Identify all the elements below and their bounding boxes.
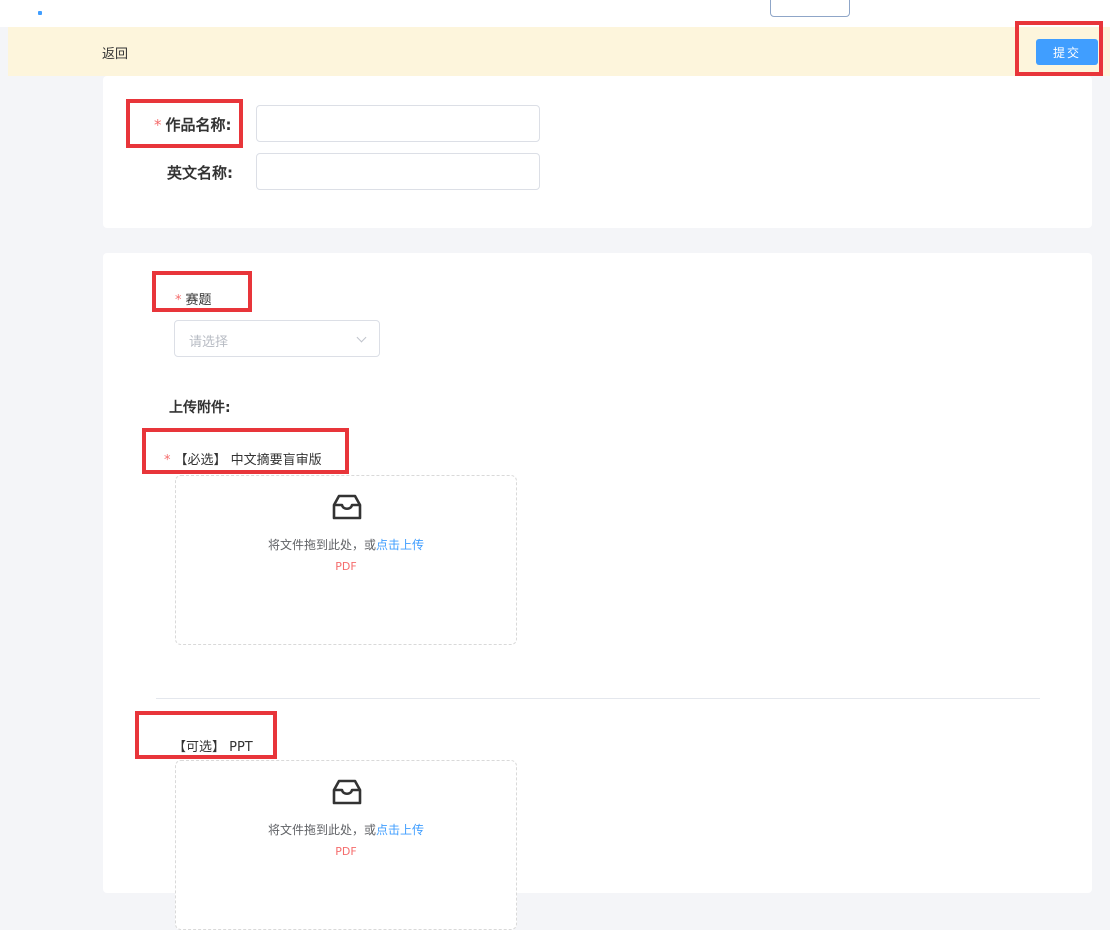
attachment-label-required: * 【必选】 中文摘要盲审版 (164, 453, 322, 468)
required-asterisk: * (164, 453, 171, 468)
select-placeholder: 请选择 (189, 335, 229, 350)
topic-select[interactable]: 请选择 (174, 320, 380, 357)
upload-dropzone-abstract[interactable]: 将文件拖到此处，或点击上传 PDF (175, 475, 517, 645)
topic-label: * 赛题 (175, 293, 212, 308)
nav-indicator-dot (38, 11, 42, 15)
english-name-input[interactable] (256, 153, 540, 190)
basic-info-card: * 作品名称: 英文名称: (103, 76, 1092, 228)
inbox-icon (332, 779, 362, 805)
work-name-input[interactable] (256, 105, 540, 142)
inbox-icon (332, 494, 362, 520)
file-format-hint: PDF (335, 845, 357, 858)
action-header-bar: 返回 提交 (8, 27, 1110, 76)
file-format-hint: PDF (335, 560, 357, 573)
required-asterisk: * (175, 293, 182, 308)
upload-section-title: 上传附件: (169, 400, 231, 416)
click-upload-link[interactable]: 点击上传 (376, 538, 424, 552)
submit-button[interactable]: 提交 (1036, 39, 1098, 65)
upload-dropzone-ppt[interactable]: 将文件拖到此处，或点击上传 PDF (175, 760, 517, 930)
dropzone-hint: 将文件拖到此处，或点击上传 (267, 538, 425, 552)
top-nav-strip (0, 0, 1110, 27)
section-divider (156, 698, 1040, 699)
dropzone-hint: 将文件拖到此处，或点击上传 (267, 823, 425, 837)
attachment-label-optional: 【可选】 PPT (173, 740, 253, 755)
required-asterisk: * (154, 116, 162, 134)
english-name-label: 英文名称: (167, 164, 233, 182)
top-nav-tab[interactable] (770, 0, 850, 17)
work-name-label: * 作品名称: (154, 116, 232, 134)
click-upload-link[interactable]: 点击上传 (376, 823, 424, 837)
chevron-down-icon (356, 332, 367, 343)
topic-attachment-card: * 赛题 请选择 上传附件: * 【必选】 中文摘要盲审版 将文件拖到此处，或点击上… (103, 253, 1092, 930)
back-link[interactable]: 返回 (102, 43, 128, 62)
